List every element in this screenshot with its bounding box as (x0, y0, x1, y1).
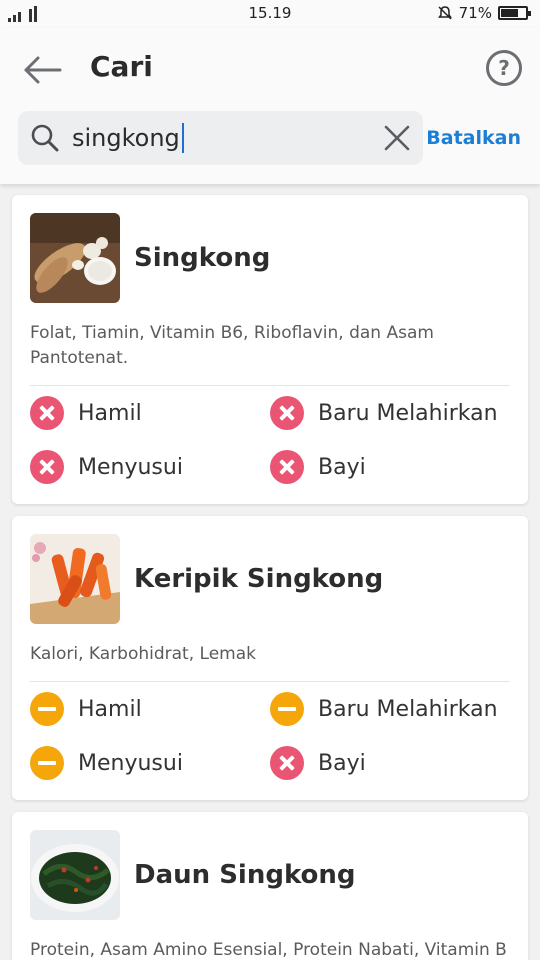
help-button[interactable]: ? (486, 50, 522, 86)
nutrient-summary: Protein, Asam Amino Esensial, Protein Na… (30, 938, 510, 960)
not-allowed-icon (270, 746, 304, 780)
not-allowed-icon (30, 396, 64, 430)
caution-icon (270, 692, 304, 726)
caution-icon (30, 692, 64, 726)
page-title: Cari (90, 50, 153, 83)
search-results: Singkong Folat, Tiamin, Vitamin B6, Ribo… (12, 195, 528, 960)
battery-icon (498, 6, 531, 20)
status-postpartum: Baru Melahirkan (270, 386, 510, 440)
back-arrow-icon[interactable] (20, 50, 64, 90)
food-image-cassava-chips (30, 534, 120, 624)
status-label: Baru Melahirkan (318, 400, 498, 426)
status-label: Hamil (78, 696, 142, 722)
not-allowed-icon (30, 450, 64, 484)
status-postpartum: Baru Melahirkan (270, 682, 510, 736)
food-name: Singkong (134, 243, 271, 273)
search-bar[interactable] (18, 111, 423, 165)
status-bar: 15.19 71% (0, 0, 540, 28)
battery-percent: 71% (458, 4, 492, 22)
clear-icon[interactable] (383, 124, 411, 152)
status-label: Menyusui (78, 750, 183, 776)
search-header: Cari ? Batalkan (0, 28, 540, 184)
food-name: Keripik Singkong (134, 564, 384, 594)
alarm-off-icon (437, 6, 452, 20)
food-image-cassava-leaves (30, 830, 120, 920)
status-label: Baru Melahirkan (318, 696, 498, 722)
nutrient-summary: Kalori, Karbohidrat, Lemak (30, 642, 510, 682)
cancel-button[interactable]: Batalkan (426, 127, 521, 149)
nutrient-summary: Folat, Tiamin, Vitamin B6, Riboflavin, d… (30, 321, 510, 386)
status-breastfeeding: Menyusui (30, 440, 270, 494)
status-label: Hamil (78, 400, 142, 426)
help-icon: ? (498, 56, 510, 80)
status-baby: Bayi (270, 736, 510, 790)
search-input[interactable] (72, 119, 372, 157)
text-cursor (181, 123, 184, 153)
not-allowed-icon (270, 396, 304, 430)
result-card[interactable]: Daun Singkong Protein, Asam Amino Esensi… (12, 812, 528, 960)
status-baby: Bayi (270, 440, 510, 494)
status-breastfeeding: Menyusui (30, 736, 270, 790)
result-card[interactable]: Singkong Folat, Tiamin, Vitamin B6, Ribo… (12, 195, 528, 504)
status-label: Menyusui (78, 454, 183, 480)
status-label: Bayi (318, 750, 366, 776)
status-pregnant: Hamil (30, 386, 270, 440)
caution-icon (30, 746, 64, 780)
status-pregnant: Hamil (30, 682, 270, 736)
not-allowed-icon (270, 450, 304, 484)
food-name: Daun Singkong (134, 860, 356, 890)
result-card[interactable]: Keripik Singkong Kalori, Karbohidrat, Le… (12, 516, 528, 800)
food-image-cassava (30, 213, 120, 303)
status-label: Bayi (318, 454, 366, 480)
search-icon (31, 124, 59, 152)
